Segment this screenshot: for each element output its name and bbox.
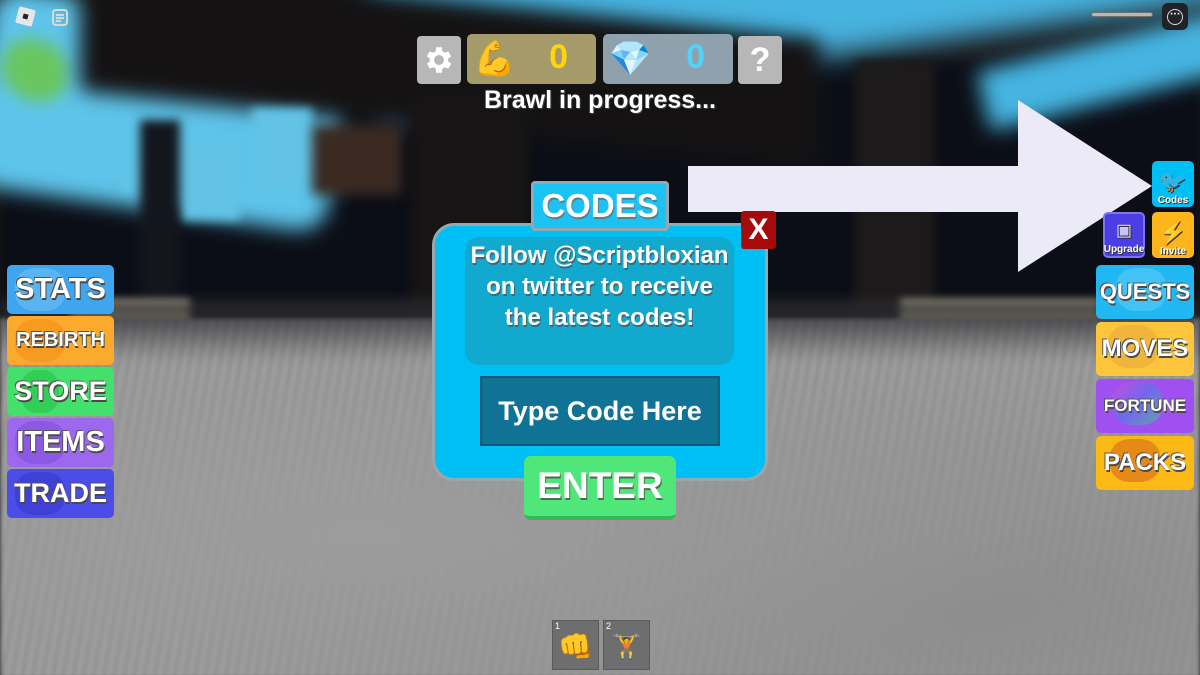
twitter-bird-icon: 🐦 [1159,169,1187,194]
packs-button[interactable]: PACKS [1096,436,1194,490]
codes-button[interactable]: 🐦 Codes [1152,161,1194,207]
slot-number: 2 [606,621,612,631]
gems-value: 0 [686,38,705,76]
dumbbell-icon: 🏋 [611,633,642,661]
items-label: ITEMS [16,426,105,458]
upgrade-button[interactable]: ▣ Upgrade [1103,212,1145,258]
codes-dialog-title: CODES [531,181,669,231]
wall-panel [312,125,402,195]
settings-button[interactable] [417,36,461,84]
gems-counter: 💎 0 [603,34,733,84]
enter-button[interactable]: ENTER [524,456,676,520]
codes-info-message: Follow @Scriptbloxian on twitter to rece… [465,237,734,365]
stats-label: STATS [15,273,106,305]
invite-button[interactable]: ⚡ Invite [1152,212,1194,258]
close-button[interactable]: X [741,211,776,249]
lightning-icon: ⚡ [1159,220,1187,245]
spiral-icon: ▣ [1117,218,1131,243]
strength-counter: 💪 0 [467,34,596,84]
store-label: STORE [14,376,107,406]
fortune-label: FORTUNE [1103,396,1187,415]
items-button[interactable]: ITEMS [7,418,114,467]
store-button[interactable]: STORE [7,367,114,416]
stats-button[interactable]: STATS [7,265,114,314]
health-bar [1091,12,1153,17]
quests-button[interactable]: QUESTS [1096,265,1194,319]
rebirth-button[interactable]: REBIRTH [7,316,114,365]
packs-label: PACKS [1103,449,1187,476]
hotbar-slot-2[interactable]: 2 🏋 [603,620,650,670]
blue-gem-icon: 💎 [609,39,652,79]
window [252,108,312,188]
fortune-button[interactable]: FORTUNE [1096,379,1194,433]
codes-button-label: Codes [1157,195,1189,206]
chat-icon[interactable] [52,9,68,26]
flexed-biceps-icon: 💪 [473,39,516,79]
hotbar-slot-1[interactable]: 1 👊 [552,620,599,670]
gear-icon [426,47,452,73]
code-input[interactable] [480,376,720,446]
ellipsis-icon: ··· [1167,8,1183,25]
trade-label: TRADE [14,478,107,508]
fist-icon: 👊 [558,630,593,663]
invite-button-label: Invite [1159,246,1187,257]
window [180,140,240,220]
strength-value: 0 [549,38,568,76]
moves-button[interactable]: MOVES [1096,322,1194,376]
pillar [140,120,180,320]
more-options-button[interactable]: ··· [1162,3,1188,30]
quests-label: QUESTS [1099,279,1191,304]
rebirth-label: REBIRTH [16,329,105,351]
trade-button[interactable]: TRADE [7,469,114,518]
help-button[interactable]: ? [738,36,782,84]
moves-label: MOVES [1101,335,1189,362]
upgrade-button-label: Upgrade [1103,244,1145,255]
